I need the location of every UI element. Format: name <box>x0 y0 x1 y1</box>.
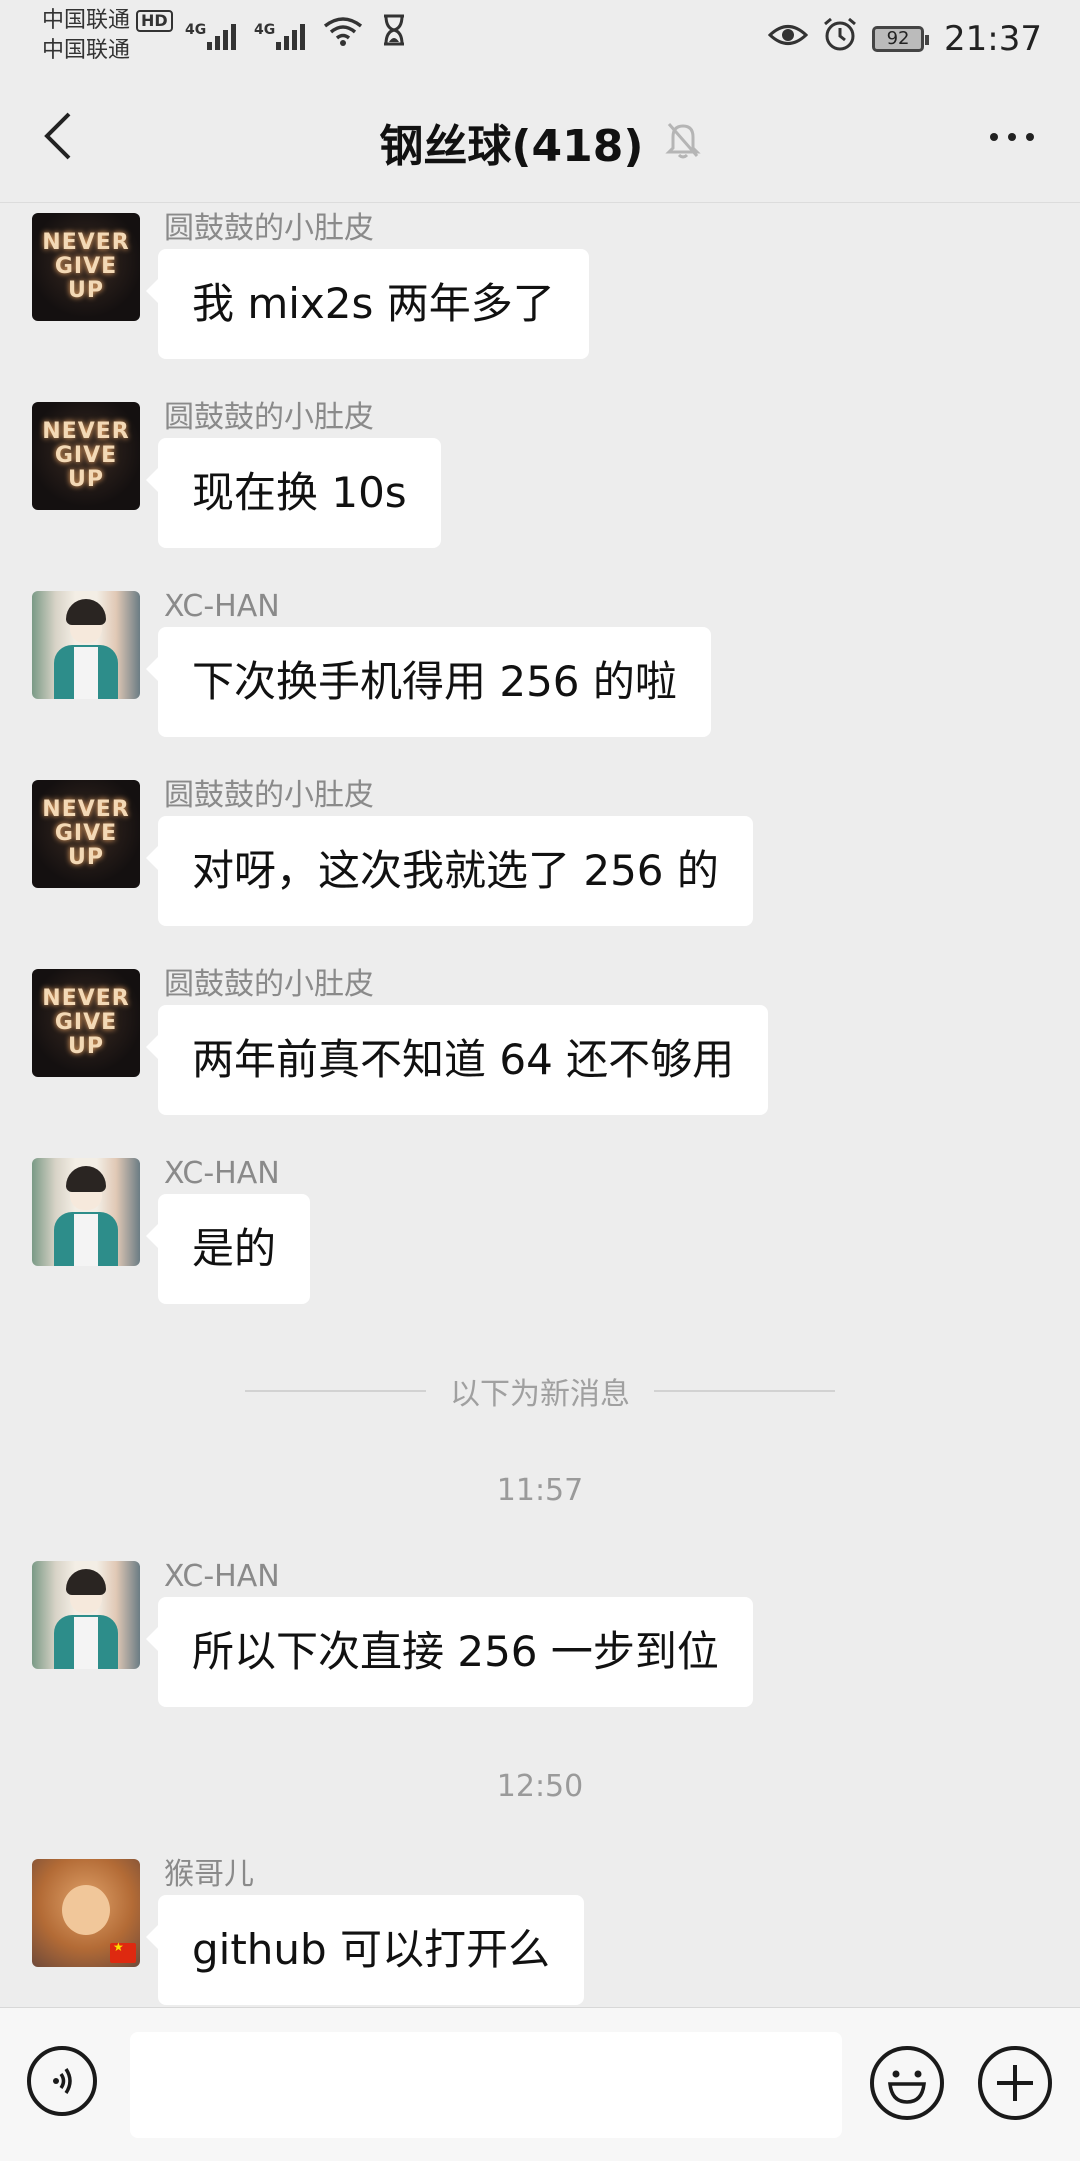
plus-icon <box>997 2065 1033 2101</box>
more-icon <box>990 133 998 141</box>
chat-area[interactable]: NEVER GIVE UP 圆鼓鼓的小肚皮 我 mix2s 两年多了 NEVER… <box>0 203 1080 2007</box>
avatar[interactable]: NEVER GIVE UP <box>32 213 140 321</box>
avatar[interactable]: NEVER GIVE UP <box>32 402 140 510</box>
status-time: 21:37 <box>944 18 1042 59</box>
signal-2-label: 4G <box>254 22 276 38</box>
hd-badge: HD <box>136 10 173 32</box>
emoji-icon <box>888 2070 926 2104</box>
message-bubble[interactable]: 对呀，这次我就选了 256 的 <box>146 816 753 926</box>
signal-1-label: 4G <box>185 22 207 38</box>
message-item: NEVER GIVE UP 圆鼓鼓的小肚皮 我 mix2s 两年多了 <box>32 211 589 359</box>
message-bubble[interactable]: 所以下次直接 256 一步到位 <box>146 1597 753 1707</box>
avatar[interactable]: NEVER GIVE UP <box>32 780 140 888</box>
message-item: 猴哥儿 github 可以打开么 <box>32 1857 585 2005</box>
nav-bar: 钢丝球(418) <box>0 72 1080 203</box>
message-item: NEVER GIVE UP 圆鼓鼓的小肚皮 对呀，这次我就选了 256 的 <box>32 778 753 926</box>
timestamp: 12:50 <box>496 1769 584 1804</box>
avatar[interactable] <box>32 1859 140 1967</box>
sender-name: 圆鼓鼓的小肚皮 <box>164 400 374 435</box>
avatar[interactable] <box>32 1561 140 1669</box>
signal-2-icon: 4G <box>254 22 305 50</box>
timestamp: 11:57 <box>496 1473 584 1508</box>
message-item: NEVER GIVE UP 圆鼓鼓的小肚皮 现在换 10s <box>32 400 441 548</box>
avatar[interactable]: NEVER GIVE UP <box>32 969 140 1077</box>
message-bubble[interactable]: 两年前真不知道 64 还不够用 <box>145 1005 769 1115</box>
signal-group: 4G 4G <box>185 14 407 50</box>
message-item: NEVER GIVE UP 圆鼓鼓的小肚皮 两年前真不知道 64 还不够用 <box>32 967 769 1115</box>
carrier-1: 中国联通 <box>42 8 131 33</box>
message-item: XC-HAN 所以下次直接 256 一步到位 <box>32 1559 753 1707</box>
plus-button[interactable] <box>978 2046 1052 2120</box>
sender-name: 圆鼓鼓的小肚皮 <box>164 778 374 813</box>
voice-button[interactable] <box>27 2046 97 2116</box>
chat-title: 钢丝球(418) <box>379 121 644 172</box>
divider-text: 以下为新消息 <box>450 1377 630 1412</box>
message-input[interactable] <box>130 2032 842 2138</box>
status-bar: 中国联通 HD 中国联通 4G 4G 92 21:37 <box>0 0 1080 72</box>
avatar[interactable] <box>32 1158 140 1266</box>
sender-name: 圆鼓鼓的小肚皮 <box>164 211 374 246</box>
carrier-info: 中国联通 HD 中国联通 <box>42 6 173 66</box>
sender-name: XC-HAN <box>164 589 280 624</box>
voice-icon <box>53 2068 72 2094</box>
sender-name: XC-HAN <box>164 1156 280 1191</box>
more-button[interactable] <box>984 122 1040 152</box>
message-bubble[interactable]: 下次换手机得用 256 的啦 <box>146 627 711 737</box>
new-messages-divider: 以下为新消息 <box>245 1371 835 1412</box>
signal-1-icon: 4G <box>185 22 236 50</box>
alarm-icon <box>822 16 858 61</box>
wifi-icon <box>323 16 363 50</box>
carrier-2: 中国联通 <box>42 38 131 63</box>
sender-name: 圆鼓鼓的小肚皮 <box>164 967 374 1002</box>
battery-icon: 92 <box>872 25 930 52</box>
message-bubble[interactable]: 现在换 10s <box>146 438 441 548</box>
message-bubble[interactable]: github 可以打开么 <box>145 1895 585 2005</box>
avatar[interactable] <box>32 591 140 699</box>
emoji-button[interactable] <box>870 2046 944 2120</box>
hourglass-icon <box>381 14 407 50</box>
message-item: XC-HAN 下次换手机得用 256 的啦 <box>32 589 711 737</box>
mute-bell-icon <box>664 120 701 164</box>
battery-level: 92 <box>886 28 910 49</box>
sender-name: 猴哥儿 <box>164 1857 254 1892</box>
status-icons-right: 92 21:37 <box>767 16 1042 61</box>
eye-icon <box>767 19 809 59</box>
message-item: XC-HAN 是的 <box>32 1156 311 1304</box>
message-bubble[interactable]: 我 mix2s 两年多了 <box>146 249 589 359</box>
sender-name: XC-HAN <box>164 1559 280 1594</box>
input-bar <box>0 2007 1080 2161</box>
message-bubble[interactable]: 是的 <box>145 1194 311 1304</box>
